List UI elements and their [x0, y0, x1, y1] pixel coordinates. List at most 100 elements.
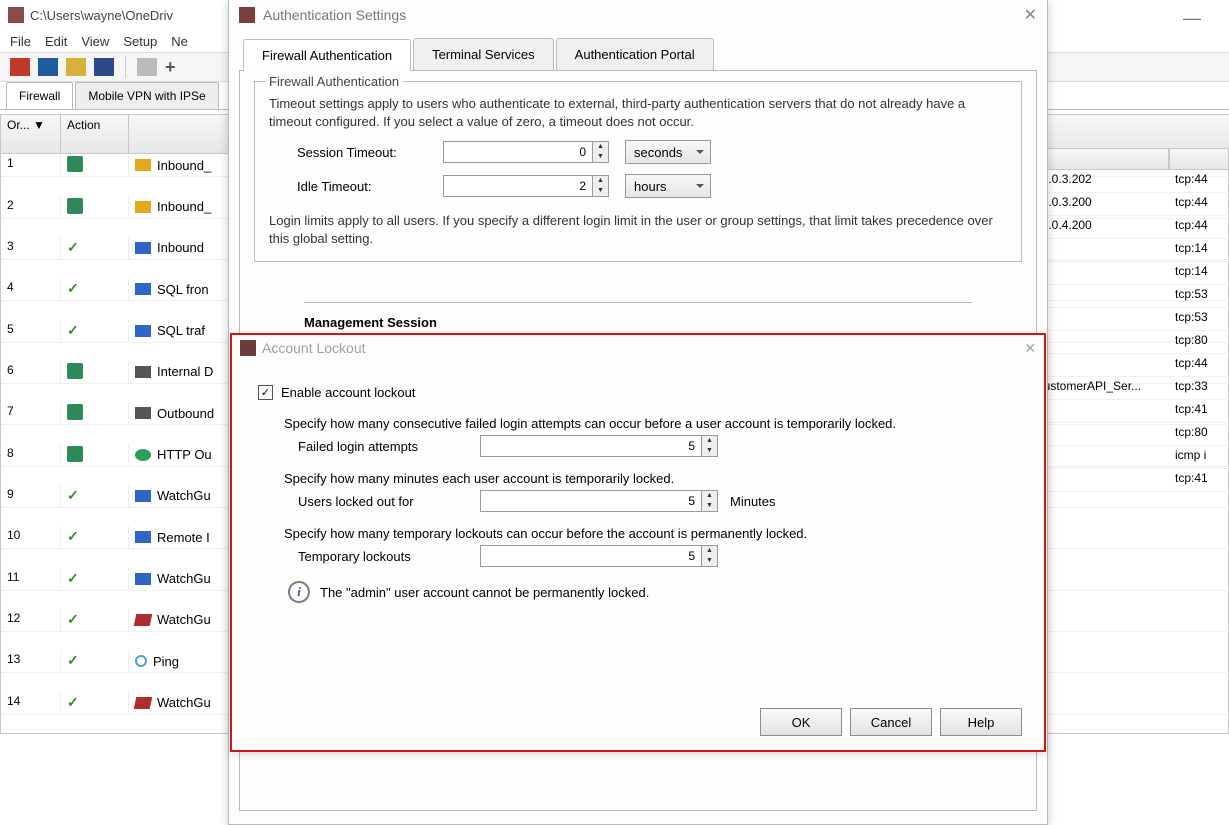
firewall-auth-group: Firewall Authentication Timeout settings…: [254, 81, 1022, 262]
session-timeout-input[interactable]: [443, 141, 593, 163]
menu-network[interactable]: Ne: [171, 34, 188, 49]
help-button[interactable]: Help: [940, 708, 1022, 736]
row-order: 1: [1, 154, 61, 177]
idle-timeout-spinner[interactable]: ▲▼: [443, 175, 609, 197]
tab-mobile-vpn[interactable]: Mobile VPN with IPSe: [75, 82, 218, 109]
session-timeout-spinner[interactable]: ▲▼: [443, 141, 609, 163]
row-action: ✓: [61, 568, 129, 591]
policy-type-icon: [135, 242, 151, 254]
lockout-titlebar: Account Lockout ✕: [232, 335, 1044, 361]
spin-up-icon[interactable]: ▲: [593, 176, 608, 186]
row-action: [61, 361, 129, 384]
spin-down-icon[interactable]: ▼: [702, 501, 717, 511]
app-icon: [8, 7, 24, 23]
spin-down-icon[interactable]: ▼: [593, 152, 608, 162]
right-to: 10.0.3.200: [1029, 193, 1169, 216]
toolbar-icon-5[interactable]: [137, 58, 157, 76]
row-order: 10: [1, 526, 61, 549]
policy-name-text: WatchGu: [157, 488, 211, 503]
open-icon[interactable]: [66, 58, 86, 76]
enable-lockout-label: Enable account lockout: [281, 385, 415, 400]
menu-file[interactable]: File: [10, 34, 31, 49]
row-order: 14: [1, 692, 61, 715]
lockout-title-text: Account Lockout: [262, 340, 366, 356]
temp-lockouts-spinner[interactable]: ▲▼: [480, 545, 718, 567]
menu-view[interactable]: View: [81, 34, 109, 49]
spin-up-icon[interactable]: ▲: [593, 142, 608, 152]
session-unit-combo[interactable]: seconds: [625, 140, 711, 164]
temp-lockouts-label: Temporary lockouts: [298, 549, 468, 564]
ok-button[interactable]: OK: [760, 708, 842, 736]
row-order: 8: [1, 444, 61, 467]
right-row: 10.0.4.200tcp:44: [1029, 216, 1229, 239]
row-order: 9: [1, 485, 61, 508]
info-icon: i: [288, 581, 310, 603]
close-icon[interactable]: ✕: [1024, 5, 1037, 25]
row-action: [61, 402, 129, 425]
row-order: 3: [1, 237, 61, 260]
policy-name-text: Inbound_: [157, 158, 211, 173]
check-icon: ✓: [67, 280, 79, 296]
spin-down-icon[interactable]: ▼: [702, 556, 717, 566]
check-icon: ✓: [67, 611, 79, 627]
minimize-icon[interactable]: —: [1183, 8, 1201, 29]
row-action: ✓: [61, 692, 129, 715]
close-icon[interactable]: ✕: [1024, 340, 1036, 357]
row-order: 4: [1, 278, 61, 301]
failed-attempts-spinner[interactable]: ▲▼: [480, 435, 718, 457]
tab-firewall[interactable]: Firewall: [6, 82, 73, 109]
row-action: ✓: [61, 526, 129, 549]
session-unit-value: seconds: [634, 145, 682, 160]
spin-up-icon[interactable]: ▲: [702, 491, 717, 501]
menu-setup[interactable]: Setup: [123, 34, 157, 49]
spin-up-icon[interactable]: ▲: [702, 436, 717, 446]
row-action: ✓: [61, 320, 129, 343]
col-order[interactable]: Or... ▼: [1, 115, 61, 154]
idle-unit-combo[interactable]: hours: [625, 174, 711, 198]
spin-down-icon[interactable]: ▼: [702, 446, 717, 456]
policy-type-icon: [135, 366, 151, 378]
tab-firewall-auth[interactable]: Firewall Authentication: [243, 39, 411, 71]
locked-for-input[interactable]: [480, 490, 702, 512]
save-icon[interactable]: [94, 58, 114, 76]
locked-unit-label: Minutes: [730, 494, 776, 509]
timeout-description: Timeout settings apply to users who auth…: [269, 95, 1007, 130]
spin-up-icon[interactable]: ▲: [702, 546, 717, 556]
policy-type-icon: [135, 449, 151, 461]
failed-attempts-desc: Specify how many consecutive failed logi…: [284, 416, 1018, 431]
right-row: tcp:80: [1029, 331, 1229, 354]
management-session-header: Management Session: [304, 302, 972, 330]
policy-type-icon: [135, 283, 151, 295]
toolbar-icon-2[interactable]: [38, 58, 58, 76]
right-port: tcp:80: [1169, 423, 1229, 446]
cancel-button[interactable]: Cancel: [850, 708, 932, 736]
policy-name-text: Inbound_: [157, 199, 211, 214]
right-to: [1029, 354, 1169, 377]
checkbox-icon: ✓: [258, 385, 273, 400]
right-port: tcp:41: [1169, 469, 1229, 492]
right-col-to[interactable]: o: [1029, 148, 1169, 170]
temp-lockouts-input[interactable]: [480, 545, 702, 567]
right-port: tcp:53: [1169, 285, 1229, 308]
policy-name-text: Inbound: [157, 240, 204, 255]
right-row: 10.0.3.202tcp:44: [1029, 170, 1229, 193]
session-timeout-label: Session Timeout:: [297, 145, 427, 160]
toolbar-icon-1[interactable]: [10, 58, 30, 76]
policy-name-text: Internal D: [157, 364, 213, 379]
add-icon[interactable]: +: [165, 58, 176, 76]
enable-lockout-checkbox[interactable]: ✓ Enable account lockout: [258, 385, 1018, 400]
spin-down-icon[interactable]: ▼: [593, 186, 608, 196]
right-to: [1029, 308, 1169, 331]
temp-lockouts-desc: Specify how many temporary lockouts can …: [284, 526, 1018, 541]
col-action[interactable]: Action: [61, 115, 129, 154]
policy-name-text: HTTP Ou: [157, 447, 212, 462]
locked-for-spinner[interactable]: ▲▼: [480, 490, 718, 512]
right-col-port[interactable]: [1169, 148, 1229, 170]
right-row: tcp:53: [1029, 308, 1229, 331]
auth-tabstrip: Firewall Authentication Terminal Service…: [239, 38, 1037, 71]
menu-edit[interactable]: Edit: [45, 34, 67, 49]
idle-timeout-input[interactable]: [443, 175, 593, 197]
tab-terminal-services[interactable]: Terminal Services: [413, 38, 554, 70]
failed-attempts-input[interactable]: [480, 435, 702, 457]
tab-auth-portal[interactable]: Authentication Portal: [556, 38, 714, 70]
